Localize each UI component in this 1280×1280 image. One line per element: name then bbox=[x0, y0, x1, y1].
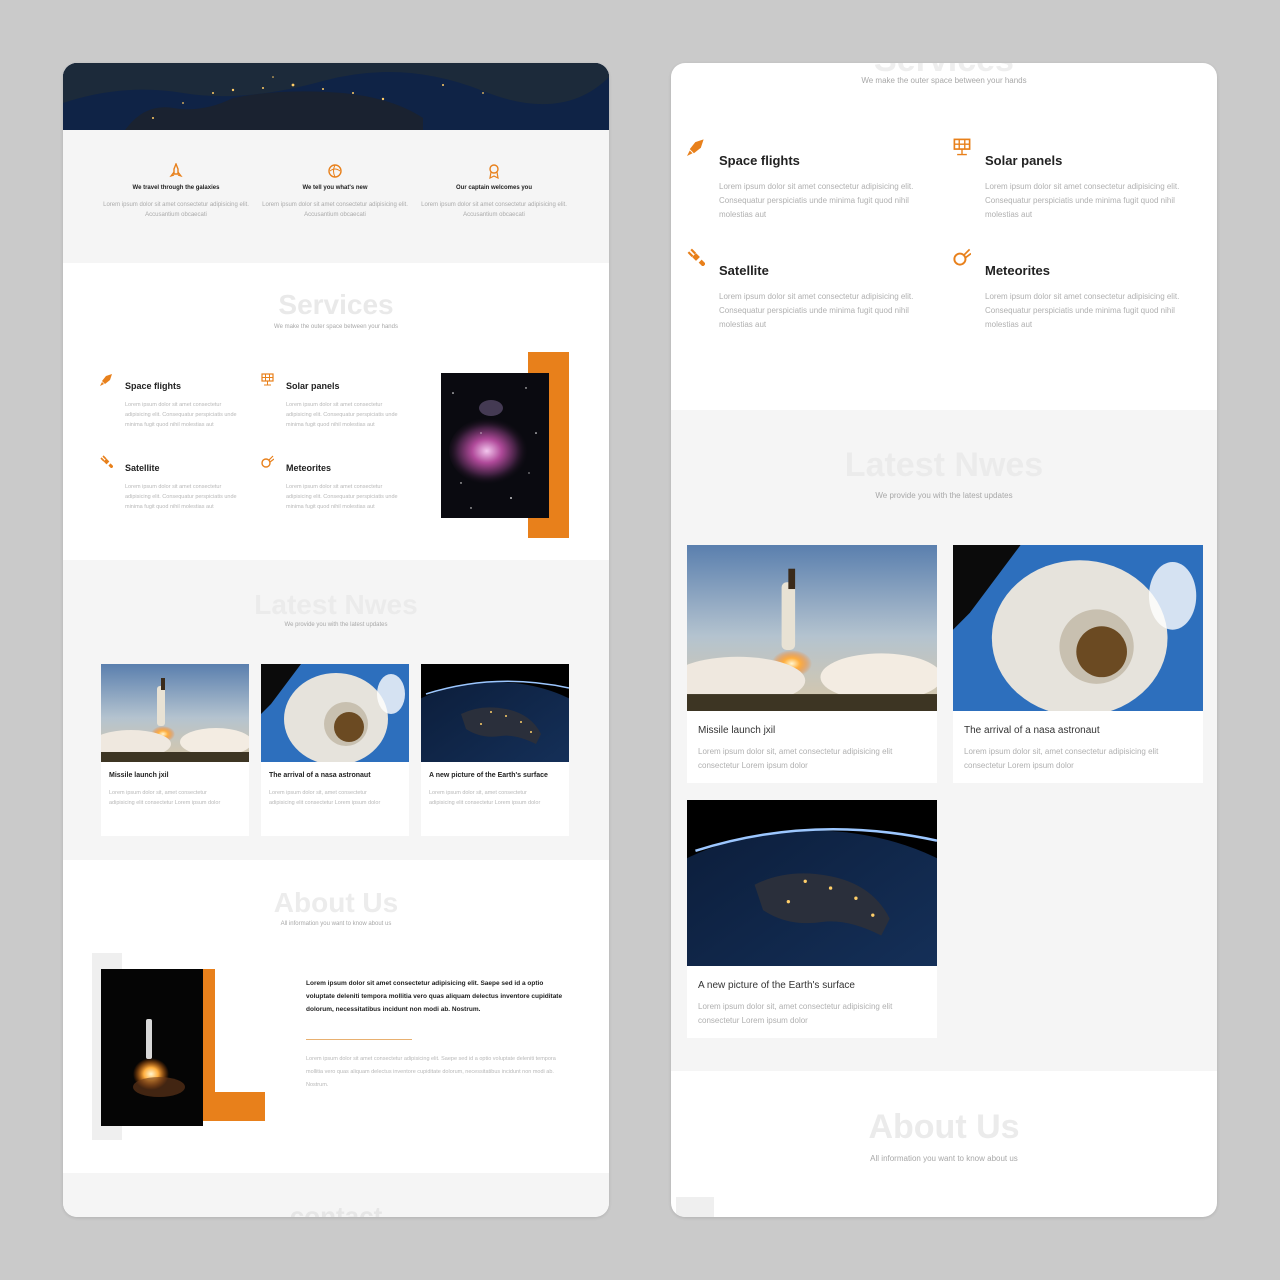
news-title[interactable]: The arrival of a nasa astronaut bbox=[269, 772, 403, 780]
meteor-icon bbox=[953, 248, 971, 266]
service-text: Lorem ipsum dolor sit amet consectetur a… bbox=[719, 182, 914, 219]
services-heading: Services bbox=[278, 289, 394, 320]
rocket-launch-image bbox=[687, 545, 937, 711]
meteor-icon bbox=[261, 455, 274, 468]
news-card[interactable]: Missile launch jxil Lorem ipsum dolor si… bbox=[101, 664, 249, 836]
news-title[interactable]: The arrival of a nasa astronaut bbox=[964, 725, 1100, 736]
news-heading: Latest Nwes bbox=[844, 446, 1044, 484]
service-title: Space flights bbox=[125, 381, 182, 391]
contact-heading: contact bbox=[289, 1201, 383, 1217]
about-subtitle: All information you want to know about u… bbox=[280, 921, 392, 927]
about-divider bbox=[306, 1039, 412, 1040]
service-title: Satellite bbox=[125, 463, 160, 473]
feature-title: We travel through the galaxies bbox=[132, 185, 220, 191]
left-page-preview: We travel through the galaxies Lorem ips… bbox=[63, 63, 609, 1217]
feature-item: We travel through the galaxies Lorem ips… bbox=[101, 163, 251, 220]
services-subtitle: We make the outer space between your han… bbox=[861, 76, 1027, 85]
service-title: Solar panels bbox=[985, 153, 1063, 168]
right-page-preview: Services We make the outer space between… bbox=[671, 63, 1217, 1217]
rocket-icon bbox=[687, 139, 704, 156]
news-card[interactable]: Missile launch jxil Lorem ipsum dolor si… bbox=[687, 545, 937, 783]
news-title[interactable]: Missile launch jxil bbox=[109, 772, 243, 780]
news-text: Lorem ipsum dolor sit, amet consectetur … bbox=[109, 790, 221, 806]
feature-text: Lorem ipsum dolor sit amet consectetur a… bbox=[421, 202, 567, 218]
service-title: Solar panels bbox=[286, 381, 340, 391]
feature-title: Our captain welcomes you bbox=[455, 185, 533, 191]
service-text: Lorem ipsum dolor sit amet consectetur a… bbox=[286, 402, 398, 428]
solar-panel-icon bbox=[953, 138, 971, 156]
service-title: Meteorites bbox=[286, 463, 332, 473]
news-heading: Latest Nwes bbox=[254, 589, 418, 620]
about-subtitle: All information you want to know about u… bbox=[870, 1154, 1018, 1163]
about-lead-text: Lorem ipsum dolor sit amet consectetur a… bbox=[306, 980, 563, 1013]
news-text: Lorem ipsum dolor sit, amet consectetur … bbox=[698, 747, 893, 770]
astronaut-image bbox=[261, 664, 409, 762]
hero-earth-night-banner bbox=[63, 63, 609, 130]
service-title: Satellite bbox=[719, 263, 769, 278]
service-text: Lorem ipsum dolor sit amet consectetur a… bbox=[985, 182, 1180, 219]
news-card[interactable]: The arrival of a nasa astronaut Lorem ip… bbox=[261, 664, 409, 836]
news-title[interactable]: Missile launch jxil bbox=[698, 725, 775, 736]
feature-item: Our captain welcomes you Lorem ipsum dol… bbox=[419, 163, 569, 220]
earth-night-image bbox=[687, 800, 937, 966]
about-accent-horizontal bbox=[203, 1092, 265, 1121]
feature-title: We tell you what's new bbox=[302, 185, 368, 191]
news-card[interactable]: A new picture of the Earth's surface Lor… bbox=[687, 800, 937, 1038]
about-heading: About Us bbox=[273, 887, 399, 918]
news-subtitle: We provide you with the latest updates bbox=[875, 491, 1013, 500]
feature-text: Lorem ipsum dolor sit amet consectetur a… bbox=[262, 202, 408, 218]
night-launch-image bbox=[101, 969, 203, 1126]
rocket-launch-image bbox=[101, 664, 249, 762]
feature-item: We tell you what's new Lorem ipsum dolor… bbox=[260, 163, 410, 220]
news-subtitle: We provide you with the latest updates bbox=[284, 622, 388, 628]
rocket-icon bbox=[100, 374, 112, 386]
news-text: Lorem ipsum dolor sit, amet consectetur … bbox=[429, 790, 541, 806]
about-decor-block bbox=[676, 1197, 714, 1217]
news-title[interactable]: A new picture of the Earth's surface bbox=[698, 980, 855, 991]
astronaut-image bbox=[953, 545, 1203, 711]
nebula-image bbox=[441, 373, 549, 518]
services-subtitle: We make the outer space between your han… bbox=[274, 324, 398, 330]
solar-panel-icon bbox=[261, 373, 274, 386]
service-title: Meteorites bbox=[985, 263, 1051, 278]
about-body-text: Lorem ipsum dolor sit amet consectetur a… bbox=[306, 1056, 556, 1088]
service-title: Space flights bbox=[719, 153, 800, 168]
service-text: Lorem ipsum dolor sit amet consectetur a… bbox=[985, 292, 1180, 329]
service-text: Lorem ipsum dolor sit amet consectetur a… bbox=[719, 292, 914, 329]
news-title[interactable]: A new picture of the Earth's surface bbox=[429, 772, 563, 780]
feature-text: Lorem ipsum dolor sit amet consectetur a… bbox=[103, 202, 249, 218]
globe-icon bbox=[328, 164, 342, 178]
about-heading: About Us bbox=[868, 1108, 1020, 1146]
rocket-icon bbox=[169, 163, 183, 178]
news-card[interactable]: The arrival of a nasa astronaut Lorem ip… bbox=[953, 545, 1203, 783]
satellite-icon bbox=[687, 248, 705, 266]
earth-night-image bbox=[421, 664, 569, 762]
news-text: Lorem ipsum dolor sit, amet consectetur … bbox=[269, 790, 381, 806]
news-text: Lorem ipsum dolor sit, amet consectetur … bbox=[964, 747, 1159, 770]
satellite-icon bbox=[100, 455, 113, 468]
news-text: Lorem ipsum dolor sit, amet consectetur … bbox=[698, 1002, 893, 1025]
badge-icon bbox=[489, 164, 499, 179]
service-text: Lorem ipsum dolor sit amet consectetur a… bbox=[125, 484, 237, 510]
service-text: Lorem ipsum dolor sit amet consectetur a… bbox=[286, 484, 398, 510]
service-text: Lorem ipsum dolor sit amet consectetur a… bbox=[125, 402, 237, 428]
news-card[interactable]: A new picture of the Earth's surface Lor… bbox=[421, 664, 569, 836]
